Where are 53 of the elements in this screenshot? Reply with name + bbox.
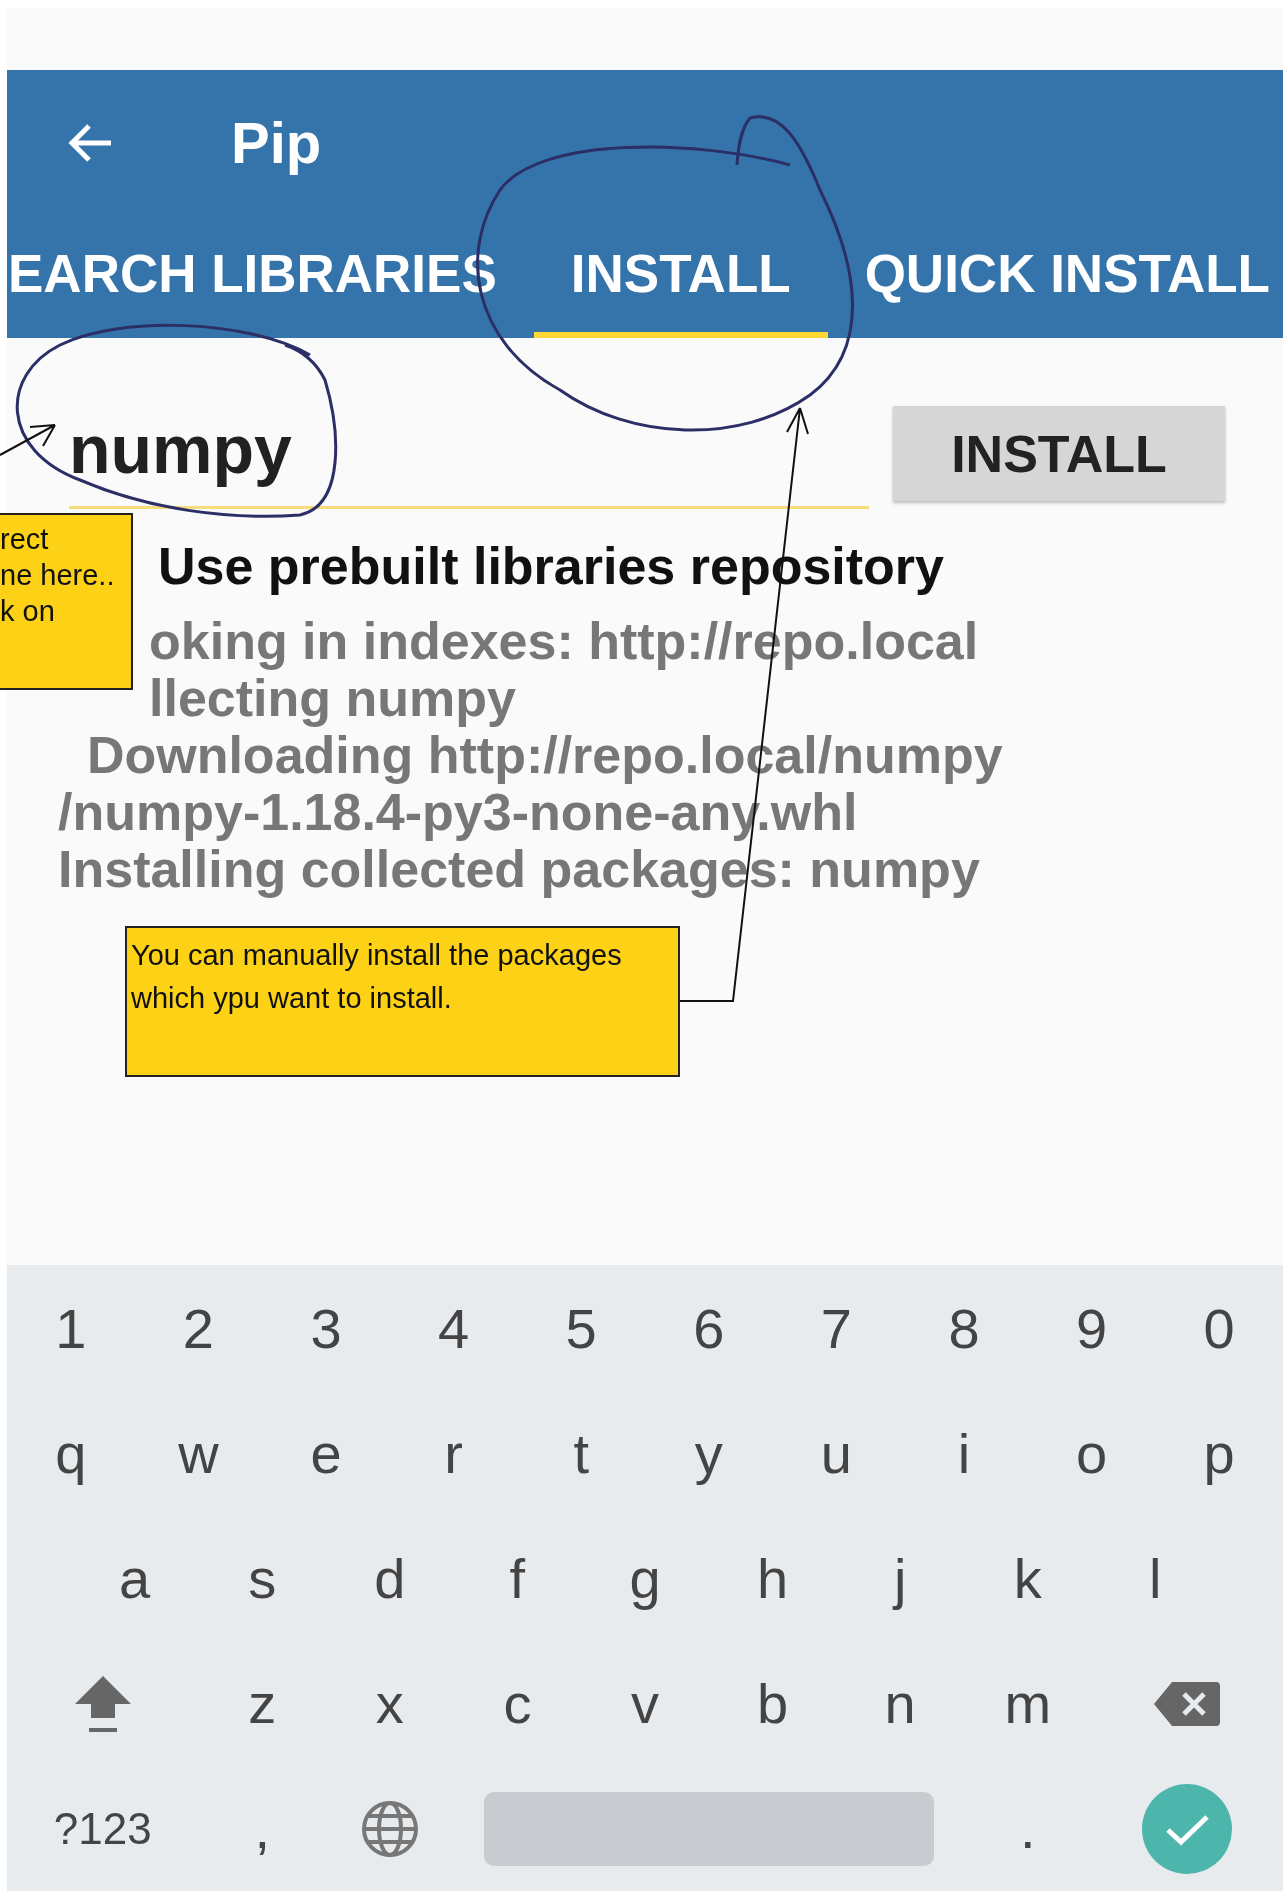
keyboard-key[interactable]: c [453, 1658, 582, 1749]
back-icon[interactable] [67, 122, 113, 163]
keyboard-key[interactable]: b [708, 1658, 837, 1749]
keyboard-key[interactable]: 9 [1027, 1283, 1156, 1374]
keyboard-key[interactable]: t [517, 1408, 645, 1499]
tab[interactable]: INSTALL [533, 215, 828, 338]
tab[interactable]: QUICK INSTALL [827, 215, 1283, 338]
keyboard-key[interactable]: s [198, 1533, 326, 1624]
keyboard-key[interactable]: , [198, 1783, 326, 1874]
keyboard-key[interactable]: k [963, 1533, 1092, 1624]
keyboard-key[interactable]: 8 [900, 1283, 1028, 1374]
keyboard-key[interactable]: q [7, 1408, 135, 1499]
keyboard-key[interactable]: . [963, 1783, 1092, 1874]
keyboard-key[interactable]: 5 [517, 1283, 645, 1374]
keyboard-key[interactable]: n [836, 1658, 964, 1749]
sticky-note: You can manually install the packages which ypu want to install. [125, 926, 680, 1077]
keyboard-key[interactable]: 2 [134, 1283, 263, 1374]
keyboard-key[interactable]: o [1027, 1408, 1156, 1499]
keyboard-key[interactable]: x [326, 1658, 454, 1749]
log-line: llecting numpy [149, 670, 517, 727]
keyboard-key[interactable]: m [963, 1658, 1092, 1749]
install-button[interactable]: INSTALL [893, 406, 1225, 501]
keyboard-key[interactable]: 6 [644, 1283, 773, 1374]
keyboard-key[interactable]: ?123 [7, 1783, 199, 1874]
keyboard-key[interactable]: 4 [389, 1283, 518, 1374]
keyboard-key[interactable]: d [326, 1533, 454, 1624]
backspace-icon [1154, 1681, 1221, 1726]
keyboard-key[interactable]: 0 [1155, 1283, 1283, 1374]
sticky-note: rect ne here.. k on [0, 513, 133, 690]
globe-icon [360, 1799, 419, 1858]
keyboard-key[interactable]: 1 [7, 1283, 135, 1374]
keyboard-key[interactable]: z [198, 1658, 326, 1749]
keyboard-key[interactable]: p [1155, 1408, 1283, 1499]
keyboard-key[interactable]: f [453, 1533, 582, 1624]
app-title: Pip [231, 109, 322, 177]
keyboard-key[interactable]: 3 [262, 1283, 390, 1374]
arrow-annotation [0, 424, 56, 456]
keyboard-key[interactable]: a [70, 1533, 199, 1624]
keyboard-key[interactable]: h [708, 1533, 837, 1624]
enter-icon [1141, 1782, 1234, 1875]
keyboard-key[interactable]: j [836, 1533, 964, 1624]
keyboard-key[interactable]: 7 [772, 1283, 901, 1374]
keyboard-key[interactable]: l [1091, 1533, 1220, 1624]
keyboard-key[interactable]: r [389, 1408, 518, 1499]
keyboard-key[interactable]: g [581, 1533, 709, 1624]
keyboard-key[interactable]: e [262, 1408, 390, 1499]
tab[interactable]: EARCH LIBRARIES [7, 215, 534, 338]
keyboard-key[interactable]: y [644, 1408, 773, 1499]
keyboard-key[interactable]: v [581, 1658, 709, 1749]
package-input[interactable]: numpy [69, 398, 869, 509]
keyboard-key[interactable]: w [134, 1408, 263, 1499]
keyboard-key[interactable]: i [900, 1408, 1028, 1499]
keyboard-key[interactable]: u [772, 1408, 901, 1499]
